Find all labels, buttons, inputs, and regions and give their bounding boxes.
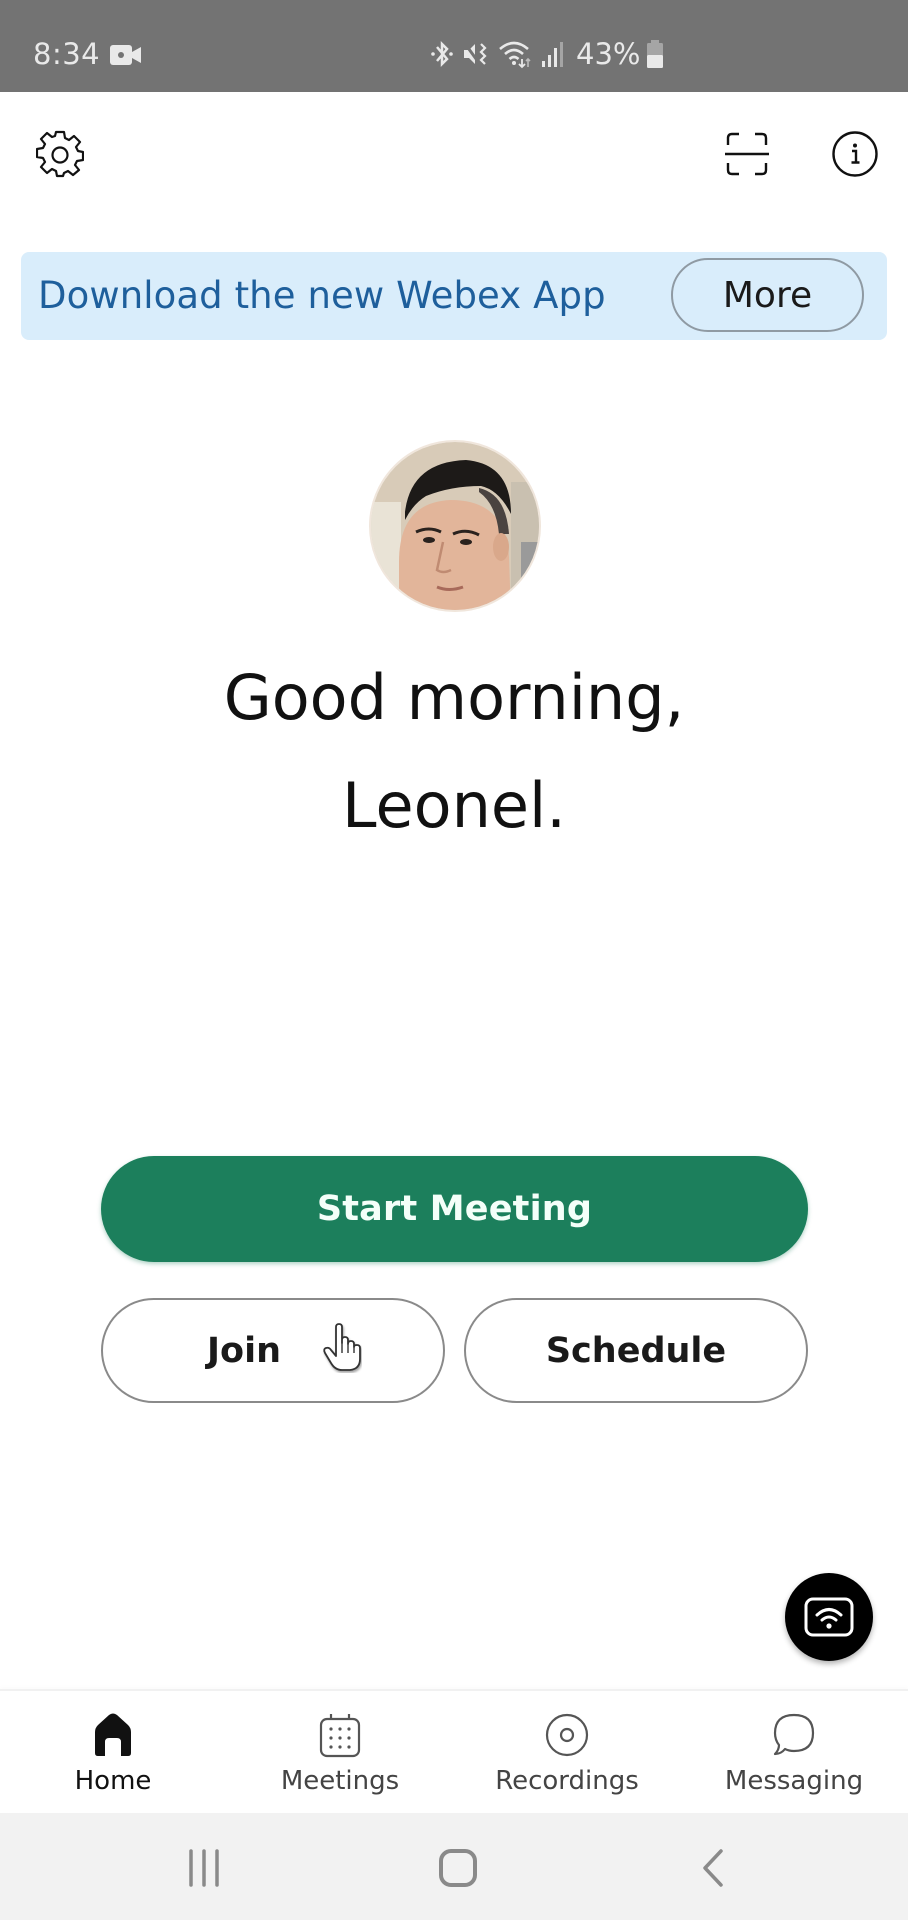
battery-percent: 43% (576, 37, 641, 71)
wireless-share-icon (804, 1597, 854, 1637)
tab-meetings[interactable]: Meetings (240, 1691, 440, 1813)
bluetooth-icon (431, 40, 453, 68)
avatar[interactable] (369, 440, 541, 612)
scan-icon[interactable] (724, 131, 770, 177)
video-camera-icon (110, 45, 141, 65)
tab-recordings[interactable]: Recordings (467, 1691, 667, 1813)
signal-icon (542, 42, 563, 67)
recents-icon[interactable] (174, 1843, 234, 1893)
battery-icon (647, 40, 664, 68)
wireless-share-button[interactable] (785, 1573, 873, 1661)
greeting-user-name: Leonel. (342, 769, 566, 842)
tab-recordings-label: Recordings (495, 1766, 639, 1796)
join-button[interactable]: Join (101, 1298, 445, 1403)
vibrate-icon (464, 43, 487, 65)
banner-text: Download the new Webex App (38, 274, 606, 317)
back-icon[interactable] (683, 1843, 743, 1893)
gear-icon[interactable] (36, 130, 84, 178)
bottom-tab-bar: Home Meetings Recordings Messaging (0, 1689, 908, 1813)
calendar-icon (319, 1714, 361, 1758)
schedule-button[interactable]: Schedule (464, 1298, 808, 1403)
home-icon (95, 1713, 131, 1756)
info-icon[interactable] (831, 130, 879, 178)
status-bar: 8:34 43% (0, 0, 908, 92)
tab-messaging-label: Messaging (724, 1766, 864, 1796)
tab-messaging[interactable]: Messaging (694, 1691, 894, 1813)
more-button[interactable]: More (671, 258, 864, 332)
status-icons: 43% (430, 36, 672, 72)
start-meeting-button[interactable]: Start Meeting (101, 1156, 808, 1262)
tab-home[interactable]: Home (13, 1691, 213, 1813)
tab-home-label: Home (74, 1766, 152, 1796)
greeting-line-1: Good morning, (223, 661, 685, 734)
wifi-icon (499, 41, 531, 69)
join-button-label: Join (207, 1330, 281, 1371)
recording-icon (545, 1713, 589, 1757)
avatar-photo (371, 442, 539, 610)
status-time: 8:34 (33, 37, 101, 71)
tab-meetings-label: Meetings (280, 1766, 400, 1796)
system-navigation-bar (0, 1813, 908, 1920)
chat-bubble-icon (773, 1713, 815, 1756)
download-app-banner: Download the new Webex App More (21, 252, 887, 340)
home-circle-icon[interactable] (428, 1843, 488, 1893)
